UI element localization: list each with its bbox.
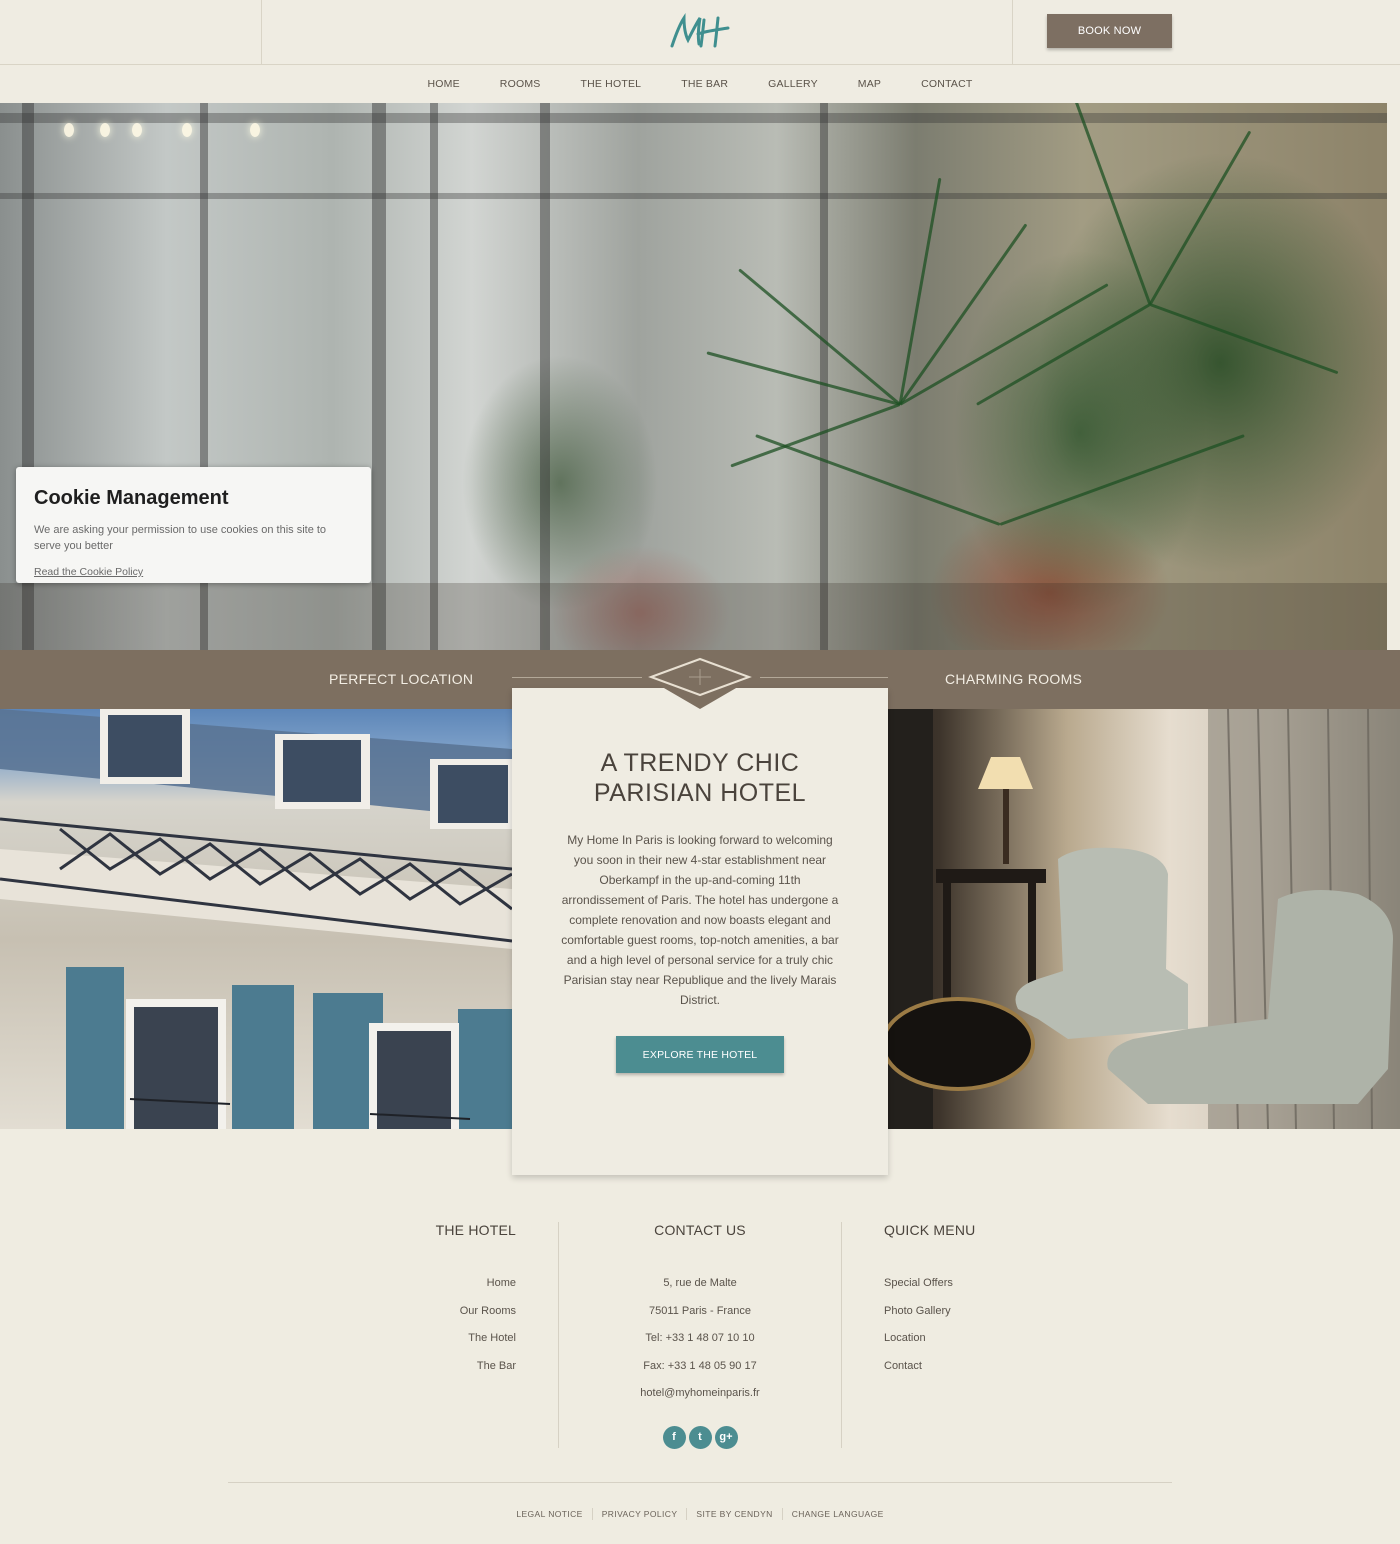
legal-notice-link[interactable]: LEGAL NOTICE [507,1508,591,1520]
footer-quick-heading: QUICK MENU [884,1222,976,1238]
intro-card: A TRENDY CHIC PARISIAN HOTEL My Home In … [512,688,888,1175]
google-plus-icon[interactable]: g+ [714,1425,738,1449]
charming-rooms-label[interactable]: CHARMING ROOMS [945,650,1082,708]
intro-body: My Home In Paris is looking forward to w… [561,833,839,1007]
cookie-title: Cookie Management [34,487,229,509]
perfect-location-label[interactable]: PERFECT LOCATION [329,650,473,708]
contact-address: 5, rue de Malte [663,1277,737,1289]
footer-quick-column: QUICK MENU Special Offers Photo Gallery … [884,1222,1084,1380]
quick-link-gallery[interactable]: Photo Gallery [884,1298,1084,1326]
footer-hotel-heading: THE HOTEL [435,1222,516,1238]
footer-link-bar[interactable]: The Bar [380,1353,516,1381]
site-header: BOOK NOW [0,0,1400,65]
footer-divider-left [558,1222,559,1448]
footer-link-rooms[interactable]: Our Rooms [380,1298,516,1326]
site-by-cendyn-link[interactable]: SITE BY CENDYN [686,1508,781,1520]
nav-rooms[interactable]: ROOMS [500,66,541,103]
nav-the-bar[interactable]: THE BAR [681,66,728,103]
nav-map[interactable]: MAP [858,66,881,103]
explore-hotel-button[interactable]: EXPLORE THE HOTEL [616,1036,784,1073]
nav-the-hotel[interactable]: THE HOTEL [580,66,641,103]
book-now-button[interactable]: BOOK NOW [1047,14,1172,48]
quick-link-location[interactable]: Location [884,1325,1084,1353]
nav-home[interactable]: HOME [427,66,459,103]
footer-rule [228,1482,1172,1483]
banner-line-right [760,677,888,678]
diamond-ornament-icon [645,655,755,709]
footer-link-home[interactable]: Home [380,1270,516,1298]
intro-title: A TRENDY CHIC PARISIAN HOTEL [512,748,888,808]
banner-line-left [512,677,642,678]
social-links: f t g+ [570,1425,830,1449]
logo-mh[interactable] [668,12,732,54]
footer-hotel-column: THE HOTEL Home Our Rooms The Hotel The B… [380,1222,516,1380]
contact-tel[interactable]: Tel: +33 1 48 07 10 10 [570,1325,830,1353]
cookie-text: We are asking your permission to use coo… [34,524,327,552]
building-facade-photo[interactable] [0,709,512,1129]
legal-links: LEGAL NOTICE PRIVACY POLICY SITE BY CEND… [0,1508,1400,1520]
change-language-link[interactable]: CHANGE LANGUAGE [781,1508,893,1520]
facebook-icon[interactable]: f [662,1425,686,1449]
quick-link-contact[interactable]: Contact [884,1353,1084,1381]
cookie-dialog: Cookie Management We are asking your per… [16,467,371,583]
footer-contact-column: CONTACT US 5, rue de Malte 75011 Paris -… [570,1222,830,1449]
privacy-policy-link[interactable]: PRIVACY POLICY [591,1508,687,1520]
nav-gallery[interactable]: GALLERY [768,66,818,103]
room-photo[interactable] [888,709,1400,1129]
footer-link-hotel[interactable]: The Hotel [380,1325,516,1353]
intro-title-line1: A TRENDY CHIC [600,749,800,777]
footer-divider-right [841,1222,842,1448]
contact-email[interactable]: hotel@myhomeinparis.fr [570,1380,830,1408]
twitter-icon[interactable]: t [688,1425,712,1449]
header-divider-left [261,0,262,65]
main-nav: HOME ROOMS THE HOTEL THE BAR GALLERY MAP… [0,66,1400,103]
cookie-policy-link[interactable]: Read the Cookie Policy [34,566,143,578]
contact-fax: Fax: +33 1 48 05 90 17 [643,1359,757,1372]
quick-link-offers[interactable]: Special Offers [884,1270,1084,1298]
intro-title-line2: PARISIAN HOTEL [593,779,807,807]
footer-contact-heading: CONTACT US [654,1222,746,1238]
header-divider-right [1012,0,1013,65]
nav-contact[interactable]: CONTACT [921,66,972,103]
contact-city: 75011 Paris - France [649,1304,751,1317]
